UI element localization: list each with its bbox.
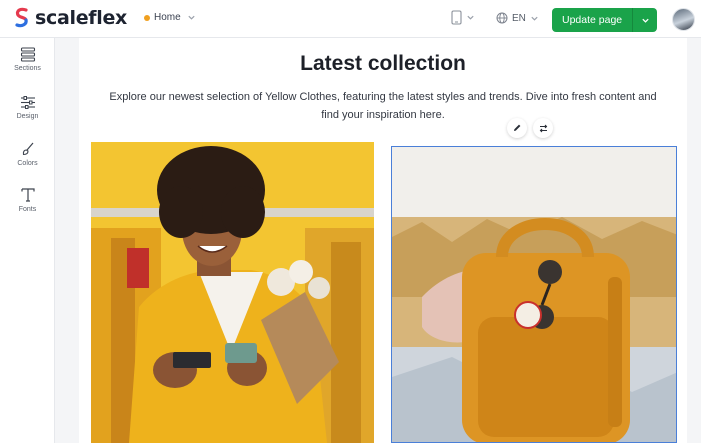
collection-image-woman[interactable] [91,142,374,443]
sections-icon [20,47,35,62]
brush-icon [22,142,33,156]
page-status-dot [144,14,150,21]
swap-icon [539,124,547,132]
page-selector-label: Home [154,12,181,23]
logo[interactable]: scaleflex [14,7,127,29]
sidebar-item-label: Sections [14,65,41,72]
sidebar-item-label: Design [16,113,39,120]
collection-image-backpack[interactable] [391,146,677,443]
language-selector[interactable]: EN [496,12,539,24]
chevron-down-icon [531,16,538,21]
text-font-icon [20,188,35,202]
element-toolbar [507,118,553,138]
sidebar-item-design[interactable]: Design [0,95,55,120]
scaleflex-logo-icon [15,7,28,28]
sidebar-item-label: Colors [17,160,38,167]
mobile-device-icon [451,10,462,25]
device-selector[interactable] [451,10,475,25]
sidebar-item-sections[interactable]: Sections [0,47,55,72]
swap-button[interactable] [533,118,553,138]
edit-button[interactable] [507,118,527,138]
sidebar-item-fonts[interactable]: Fonts [0,187,55,213]
top-bar: scaleflex Home EN Update page [0,0,701,38]
user-avatar[interactable] [672,8,695,31]
chevron-down-icon [467,15,474,20]
page-selector[interactable]: Home [144,12,196,23]
update-page-button[interactable]: Update page [552,8,634,32]
editor-canvas: Latest collection Explore our newest sel… [55,38,701,443]
chevron-down-icon [641,18,649,23]
woman-yellow-jacket-image [91,142,374,443]
sidebar-item-label: Fonts [18,206,37,213]
page-preview: Latest collection Explore our newest sel… [79,38,687,443]
language-label: EN [512,12,526,24]
globe-icon [496,12,508,24]
chevron-down-icon [188,15,195,20]
update-page-button-group: Update page [552,8,658,32]
update-options-dropdown[interactable] [633,8,657,32]
section-title[interactable]: Latest collection [79,52,687,76]
section-description[interactable]: Explore our newest selection of Yellow C… [109,89,657,124]
yellow-backpack-image [392,147,676,442]
logo-text: scaleflex [35,7,128,29]
sidebar-item-colors[interactable]: Colors [0,141,55,167]
sidebar: Sections Design Colors Fonts [0,38,55,443]
pencil-icon [514,124,521,131]
sliders-icon [20,96,35,109]
